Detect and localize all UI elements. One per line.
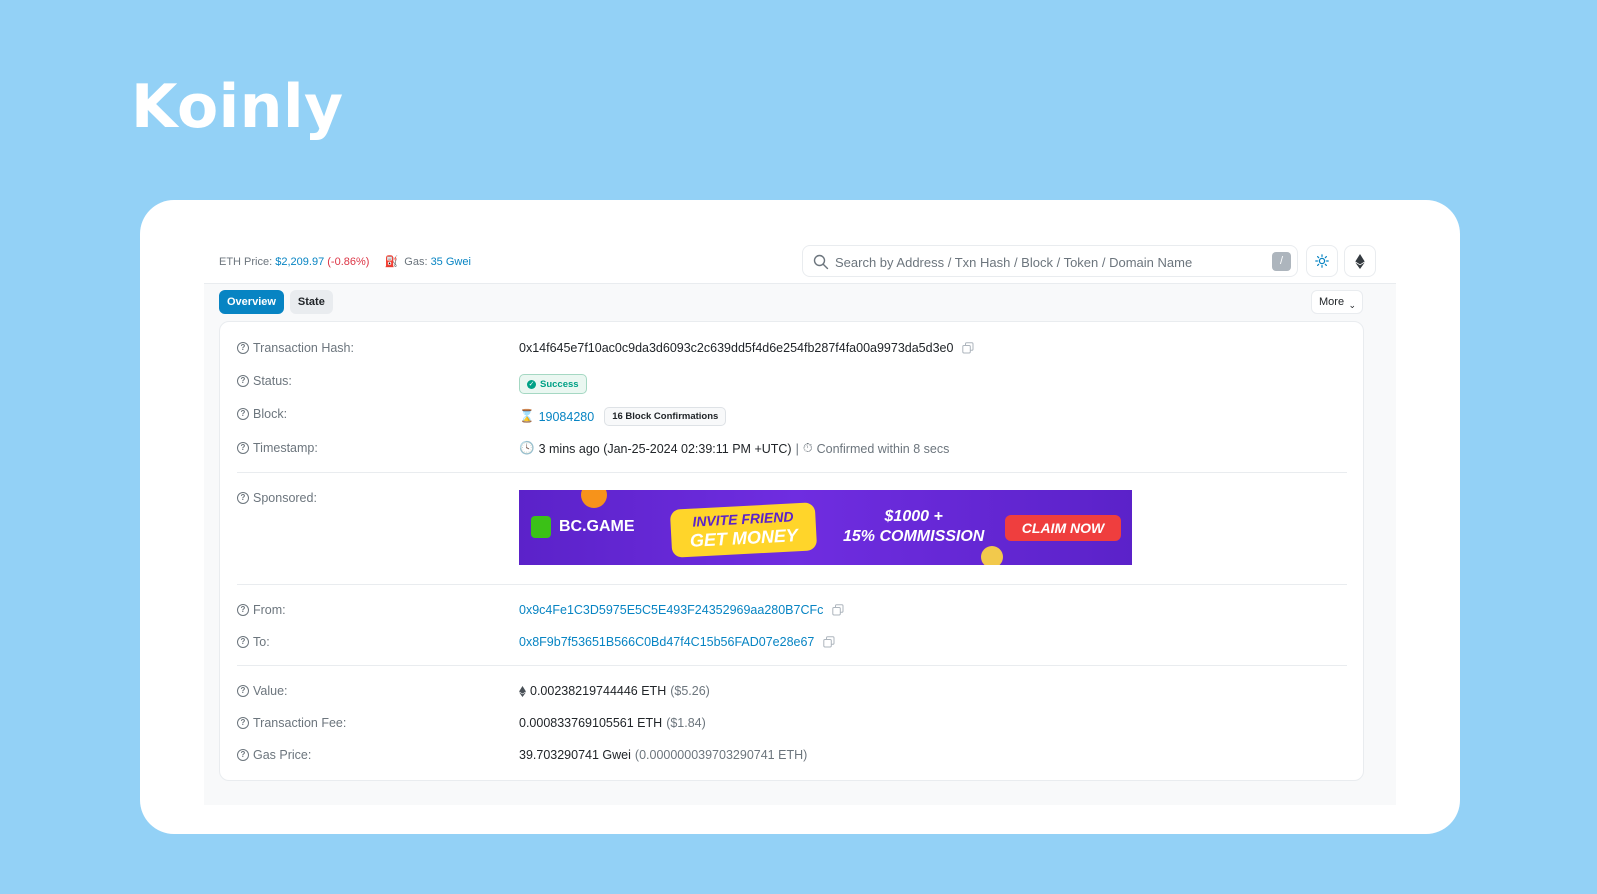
eth-price-link[interactable]: $2,209.97 bbox=[275, 256, 324, 268]
timestamp-label: Timestamp: bbox=[253, 441, 318, 455]
value-label: Value: bbox=[253, 684, 288, 698]
transaction-details-panel: ? Transaction Hash: 0x14f645e7f10ac0c9da3… bbox=[219, 321, 1364, 781]
ad-invite-box: INVITE FRIEND GET MONEY bbox=[669, 502, 818, 558]
hourglass-icon: ⌛ bbox=[519, 409, 535, 423]
search-shortcut-key: / bbox=[1272, 252, 1291, 271]
ethereum-icon bbox=[1355, 253, 1365, 269]
gas-price-label: Gas Price: bbox=[253, 748, 312, 762]
koinly-logo: Koinly bbox=[131, 72, 344, 142]
ethereum-icon bbox=[519, 685, 526, 697]
ad-offer-line1: $1000 + bbox=[884, 508, 943, 525]
gas-value-link[interactable]: 35 Gwei bbox=[431, 256, 471, 268]
status-badge: ✓ Success bbox=[519, 374, 587, 394]
gas-label: Gas: bbox=[404, 256, 428, 268]
status-label: Status: bbox=[253, 374, 292, 388]
status-value: Success bbox=[540, 378, 579, 390]
divider bbox=[237, 665, 1347, 666]
ad-offer-line2: 15% COMMISSION bbox=[843, 528, 985, 545]
sponsored-label: Sponsored: bbox=[253, 491, 317, 505]
fee-amount: 0.000833769105561 ETH bbox=[519, 716, 663, 730]
ad-brand-text: BC.GAME bbox=[559, 518, 635, 535]
question-icon: ? bbox=[237, 685, 249, 697]
coin-graphic bbox=[981, 546, 1003, 565]
sponsored-ad-banner[interactable]: BC.GAME INVITE FRIEND GET MONEY $1000 + … bbox=[519, 490, 1132, 565]
timestamp-value: 3 mins ago (Jan-25-2024 02:39:11 PM +UTC… bbox=[538, 441, 792, 456]
clock-icon: 🕓 bbox=[519, 441, 535, 455]
ad-claim-button[interactable]: CLAIM NOW bbox=[1005, 515, 1121, 541]
divider bbox=[237, 584, 1347, 585]
question-icon: ? bbox=[237, 604, 249, 616]
price-info: ETH Price: $2,209.97 (-0.86%) ⛽ Gas: 35 … bbox=[219, 255, 471, 268]
ad-offer: $1000 + 15% COMMISSION bbox=[843, 508, 984, 546]
fee-usd: ($1.84) bbox=[666, 716, 706, 730]
chevron-down-icon: ⌄ bbox=[1348, 300, 1356, 310]
timer-icon: ⏱ bbox=[802, 441, 813, 455]
check-circle-icon: ✓ bbox=[527, 379, 536, 389]
question-icon: ? bbox=[237, 492, 249, 504]
fee-label: Transaction Fee: bbox=[253, 716, 347, 730]
more-dropdown-button[interactable]: More ⌄ bbox=[1311, 290, 1363, 314]
from-address-link[interactable]: 0x9c4Fe1C3D5975E5C5E493F24352969aa280B7C… bbox=[519, 603, 823, 617]
value-usd: ($5.26) bbox=[670, 684, 710, 698]
tx-hash-value: 0x14f645e7f10ac0c9da3d6093c2c639dd5f4d6e… bbox=[519, 341, 954, 355]
divider bbox=[237, 472, 1347, 473]
search-input[interactable] bbox=[835, 251, 1255, 273]
confirmed-within: Confirmed within 8 secs bbox=[816, 441, 950, 456]
question-icon: ? bbox=[237, 717, 249, 729]
copy-icon[interactable] bbox=[823, 636, 835, 648]
more-label: More bbox=[1319, 296, 1345, 308]
bitcoin-coin-graphic bbox=[581, 490, 607, 508]
copy-icon[interactable] bbox=[962, 342, 974, 354]
bc-game-logo bbox=[531, 516, 551, 538]
value-amount: 0.00238219744446 ETH bbox=[530, 684, 667, 698]
eth-price-change: (-0.86%) bbox=[327, 256, 370, 268]
question-icon: ? bbox=[237, 636, 249, 648]
question-icon: ? bbox=[237, 375, 249, 387]
from-label: From: bbox=[253, 603, 286, 617]
question-icon: ? bbox=[237, 442, 249, 454]
block-number-link[interactable]: 19084280 bbox=[539, 410, 595, 424]
tx-hash-label: Transaction Hash: bbox=[253, 341, 354, 355]
top-bar: ETH Price: $2,209.97 (-0.86%) ⛽ Gas: 35 … bbox=[204, 240, 1396, 284]
gas-pump-icon: ⛽ bbox=[384, 256, 399, 268]
question-icon: ? bbox=[237, 342, 249, 354]
network-button[interactable] bbox=[1344, 245, 1376, 277]
question-icon: ? bbox=[237, 749, 249, 761]
tab-state[interactable]: State bbox=[289, 290, 333, 314]
to-address-link[interactable]: 0x8F9b7f53651B566C0Bd47f4C15b56FAD07e28e… bbox=[519, 635, 814, 649]
to-label: To: bbox=[253, 635, 270, 649]
gas-price-eth: (0.000000039703290741 ETH) bbox=[634, 748, 808, 762]
question-icon: ? bbox=[237, 408, 249, 420]
copy-icon[interactable] bbox=[832, 604, 844, 616]
gas-price-amount: 39.703290741 Gwei bbox=[519, 748, 631, 762]
tab-bar: Overview State bbox=[219, 290, 333, 314]
search-icon bbox=[813, 254, 829, 270]
block-label: Block: bbox=[253, 407, 288, 421]
search-box[interactable]: / bbox=[802, 245, 1298, 277]
tab-overview[interactable]: Overview bbox=[219, 290, 284, 314]
theme-toggle-button[interactable] bbox=[1306, 245, 1338, 277]
etherscan-screen: ETH Price: $2,209.97 (-0.86%) ⛽ Gas: 35 … bbox=[204, 240, 1396, 805]
eth-price-label: ETH Price: bbox=[219, 256, 273, 268]
screenshot-card: ETH Price: $2,209.97 (-0.86%) ⛽ Gas: 35 … bbox=[140, 200, 1460, 834]
sun-icon bbox=[1315, 254, 1329, 268]
block-confirmations-badge: 16 Block Confirmations bbox=[604, 407, 727, 426]
timestamp-separator: | bbox=[795, 441, 799, 456]
